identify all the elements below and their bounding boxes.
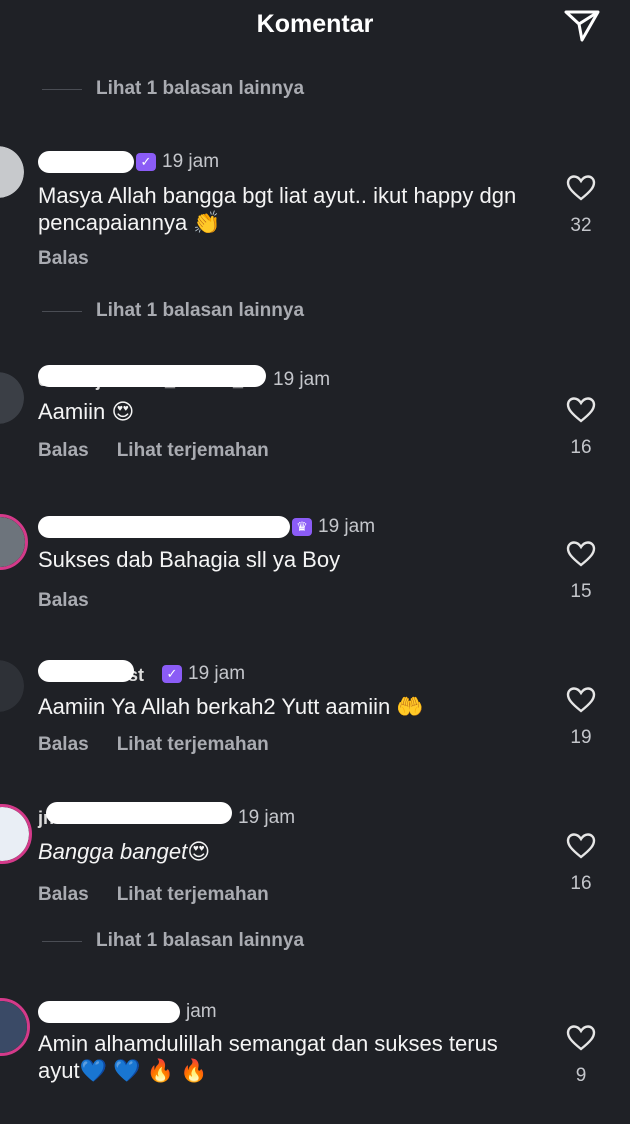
comment-time: 19 jam [273, 369, 331, 390]
comment-time: 19 jam [238, 807, 296, 828]
comment-time: 19 jam [318, 516, 376, 537]
more-replies-link[interactable]: Lihat 1 balasan lainnya [42, 76, 304, 102]
comment-meta: ♛ 19 jam [38, 515, 375, 539]
send-icon[interactable] [562, 6, 602, 44]
page-title: Komentar [256, 10, 374, 38]
like-button[interactable]: 9 [564, 1024, 598, 1087]
like-count: 16 [570, 437, 592, 458]
divider [42, 310, 82, 312]
reply-button[interactable]: Balas [38, 248, 89, 270]
comment-text: Amin alhamdulillah semangat dan sukses t… [38, 1031, 498, 1083]
reply-button[interactable]: Balas [38, 734, 89, 756]
like-button[interactable]: 15 [564, 540, 598, 603]
comment-meta: ✓ 19 jam [38, 150, 219, 174]
like-button[interactable]: 16 [564, 832, 598, 895]
verified-badge-icon: ✓ [162, 665, 182, 683]
like-count: 16 [570, 873, 592, 894]
more-replies-label: Lihat 1 balasan lainnya [96, 300, 305, 321]
comment-text: Bangga banget😍 [38, 839, 211, 864]
avatar[interactable] [0, 514, 28, 570]
translate-button[interactable]: Lihat terjemahan [117, 884, 269, 906]
reply-button[interactable]: Balas [38, 884, 89, 906]
like-button[interactable]: 32 [564, 174, 598, 237]
heart-icon[interactable] [566, 1024, 596, 1052]
more-replies-link[interactable]: Lihat 1 balasan lainnya [42, 298, 304, 324]
divider [42, 940, 82, 942]
avatar[interactable] [0, 804, 32, 864]
header: Komentar [0, 0, 630, 56]
like-button[interactable]: 16 [564, 396, 598, 459]
comment-time: jam [186, 1001, 217, 1022]
like-count: 15 [570, 581, 592, 602]
more-replies-label: Lihat 1 balasan lainnya [96, 930, 305, 951]
comment-text: Masya Allah bangga bgt liat ayut.. ikut … [38, 183, 517, 235]
username-redacted[interactable] [46, 802, 232, 824]
comment-text: Sukses dab Bahagia sll ya Boy [38, 547, 341, 572]
more-replies-label: Lihat 1 balasan lainnya [96, 78, 305, 99]
like-count: 9 [575, 1065, 587, 1086]
comment-meta: 19 jam [38, 802, 296, 830]
comment-text: Aamiin Ya Allah berkah2 Yutt aamiin 🤲 [38, 694, 424, 719]
translate-button[interactable]: Lihat terjemahan [117, 734, 269, 756]
comment-time: 19 jam [188, 663, 246, 684]
verified-badge-icon: ✓ [136, 153, 156, 171]
heart-icon[interactable] [566, 686, 596, 714]
comment-text: Aamiin 😍 [38, 399, 135, 424]
avatar[interactable] [0, 146, 24, 198]
username-redacted[interactable] [38, 1001, 180, 1023]
comment-time: 19 jam [162, 151, 220, 172]
username-redacted[interactable] [38, 516, 290, 538]
divider [42, 88, 82, 90]
username-redacted[interactable] [38, 660, 134, 682]
reply-button[interactable]: Balas [38, 440, 89, 462]
like-count: 32 [570, 215, 592, 236]
comment-meta: 19 jam [38, 365, 331, 392]
like-count: 19 [570, 727, 592, 748]
heart-icon[interactable] [566, 174, 596, 202]
heart-icon[interactable] [566, 396, 596, 424]
comment-meta: jam [38, 1000, 217, 1024]
reply-button[interactable]: Balas [38, 590, 89, 612]
comment-meta: ✓ 19 jam [38, 660, 246, 686]
avatar[interactable] [0, 372, 24, 424]
username-redacted[interactable] [38, 365, 266, 387]
verified-badge-icon: ♛ [292, 518, 312, 536]
avatar[interactable] [0, 998, 30, 1056]
more-replies-link[interactable]: Lihat 1 balasan lainnya [42, 928, 304, 954]
username-redacted[interactable] [38, 151, 134, 173]
heart-icon[interactable] [566, 540, 596, 568]
translate-button[interactable]: Lihat terjemahan [117, 440, 269, 462]
like-button[interactable]: 19 [564, 686, 598, 749]
avatar[interactable] [0, 660, 24, 712]
heart-icon[interactable] [566, 832, 596, 860]
